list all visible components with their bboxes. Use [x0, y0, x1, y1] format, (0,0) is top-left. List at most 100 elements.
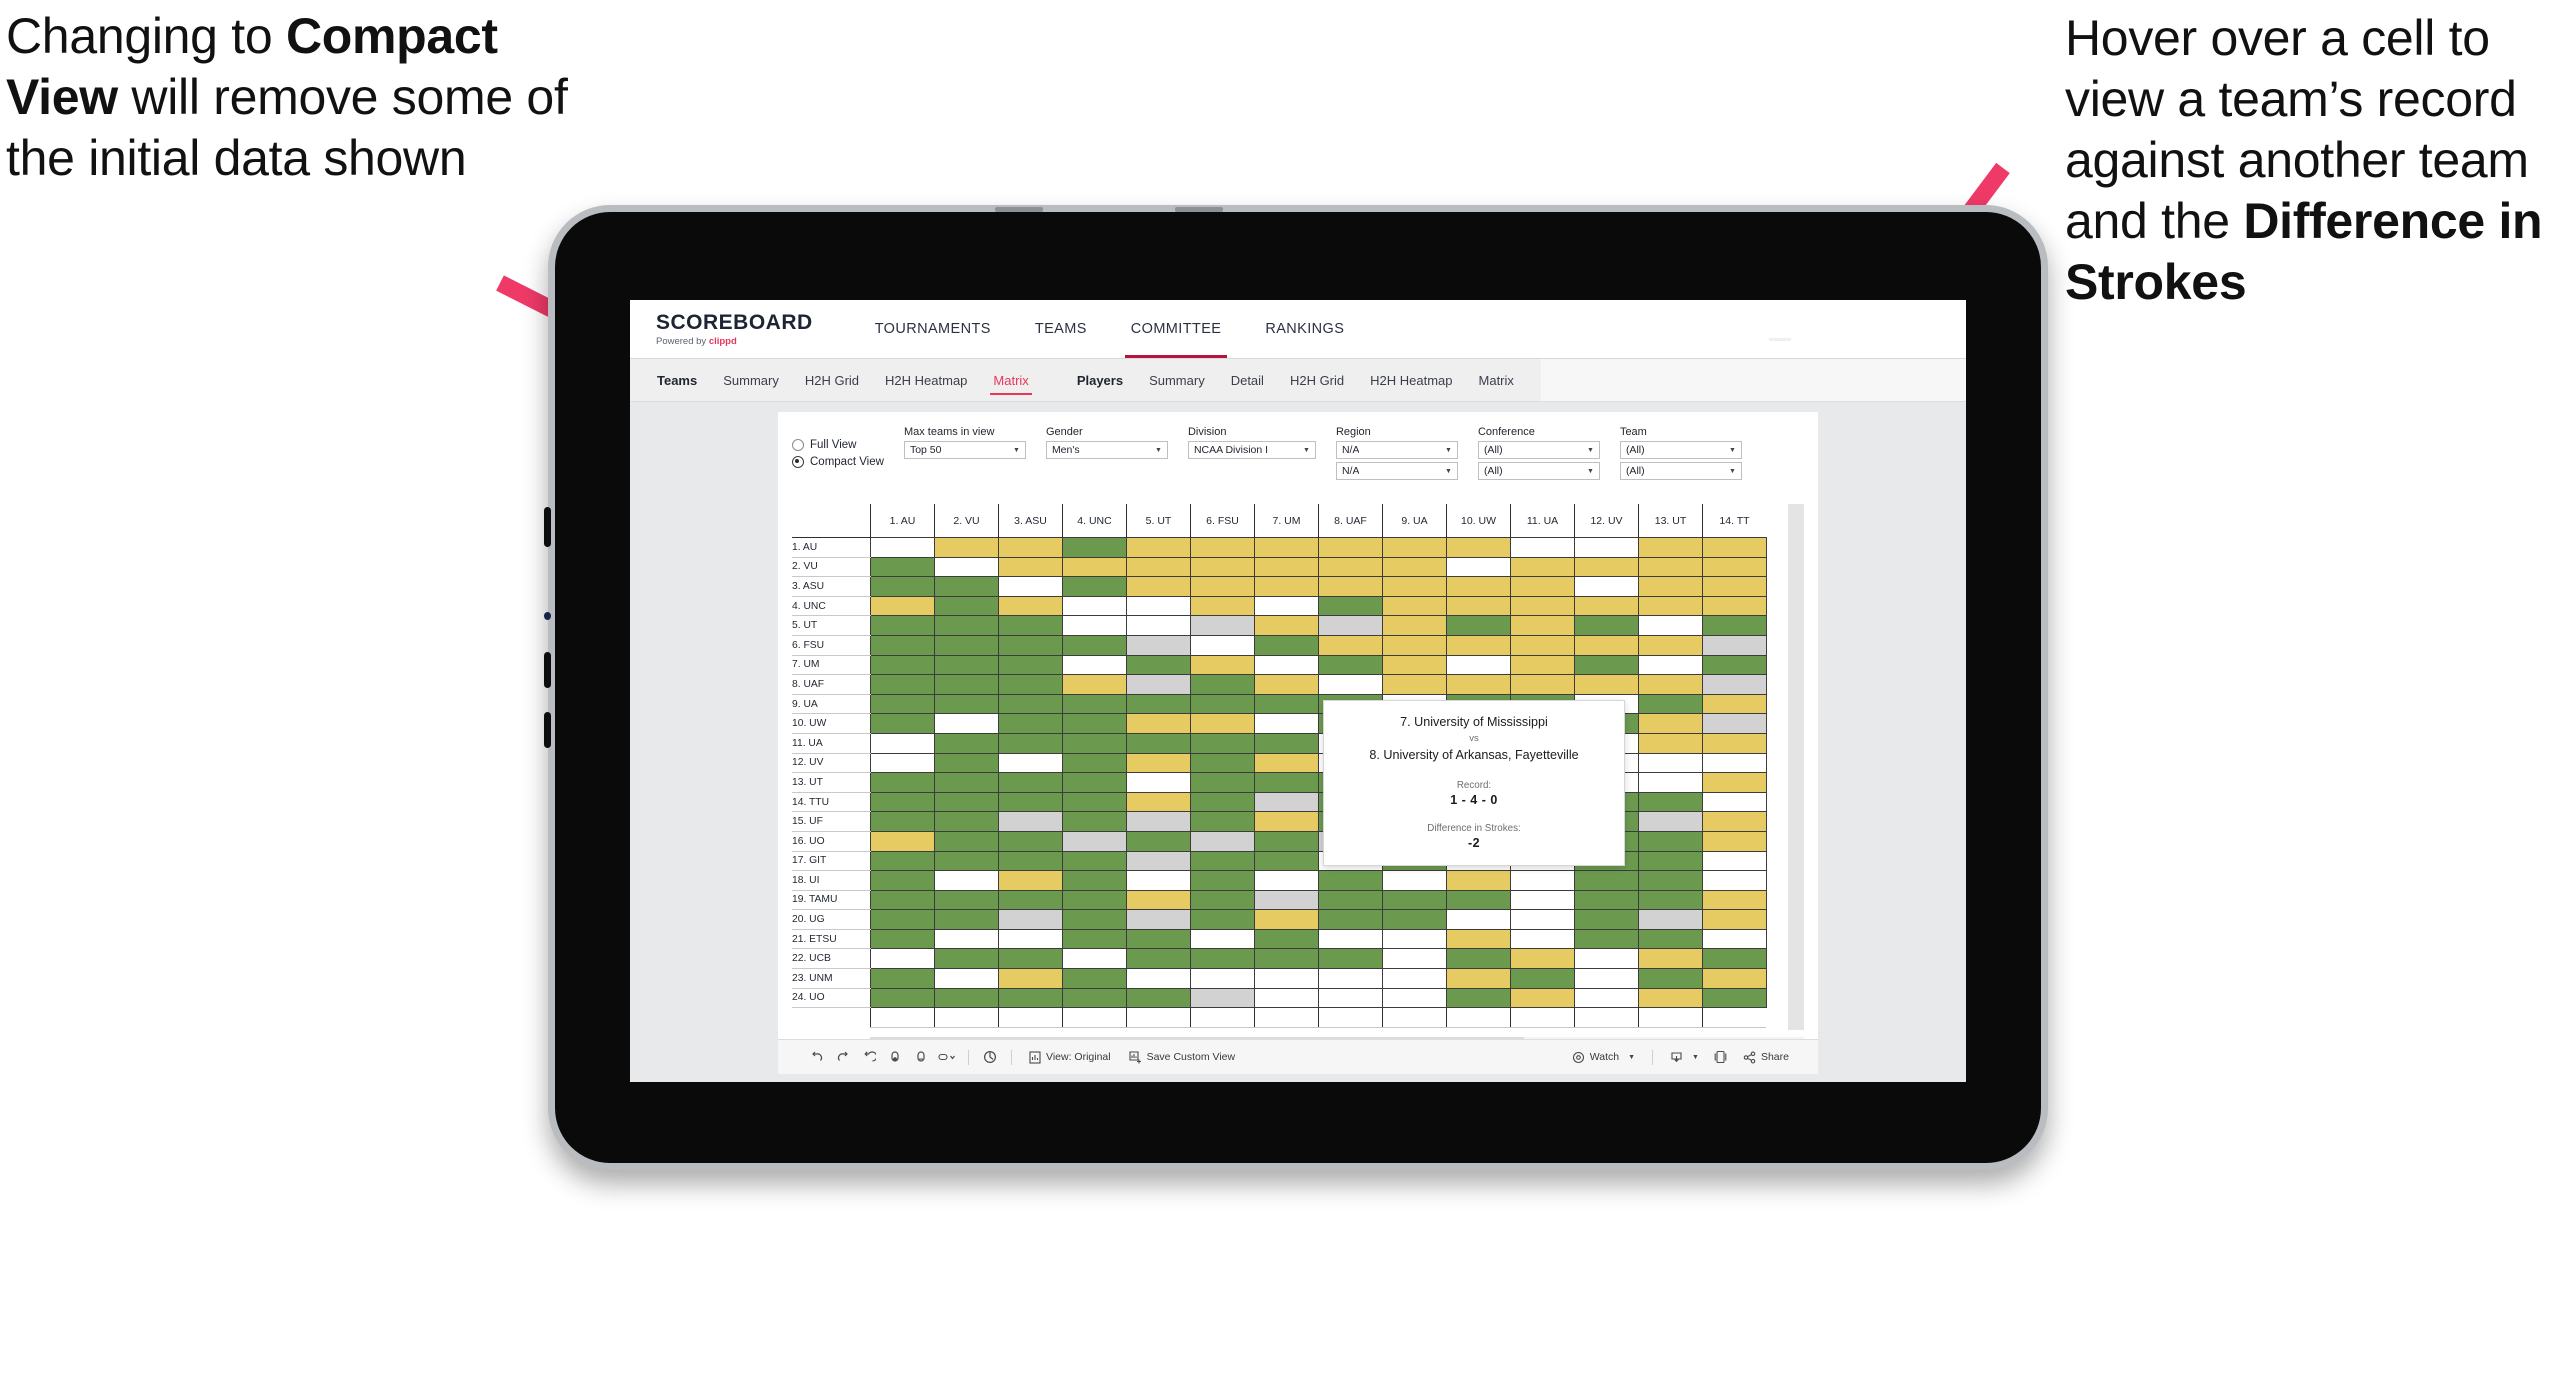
radio-full-view[interactable]: Full View: [792, 439, 884, 451]
subnav-players-h2h-heatmap[interactable]: H2H Heatmap: [1357, 359, 1465, 401]
matrix-cell[interactable]: [998, 674, 1063, 695]
matrix-cell[interactable]: [1446, 968, 1511, 989]
matrix-cell[interactable]: [1126, 928, 1191, 950]
matrix-cell[interactable]: [1254, 634, 1319, 656]
matrix-cell[interactable]: [934, 968, 999, 989]
matrix-cell[interactable]: [934, 634, 999, 656]
matrix-cell[interactable]: [934, 576, 999, 597]
matrix-cell[interactable]: [934, 537, 999, 558]
matrix-cell[interactable]: [1702, 674, 1767, 695]
matrix-cell[interactable]: [1190, 928, 1255, 950]
matrix-cell[interactable]: [1510, 968, 1575, 989]
matrix-cell[interactable]: [1510, 576, 1575, 597]
filter-region-select[interactable]: N/A ▼: [1335, 441, 1458, 459]
matrix-cell[interactable]: [1702, 830, 1767, 852]
matrix-cell[interactable]: [998, 537, 1063, 558]
matrix-cell[interactable]: [1702, 752, 1767, 774]
tablet-volume-up-button[interactable]: [544, 507, 551, 547]
matrix-cell[interactable]: [1254, 889, 1319, 911]
matrix-cell[interactable]: [1638, 870, 1703, 891]
undo-icon[interactable]: [804, 1044, 830, 1070]
matrix-cell[interactable]: [998, 732, 1063, 754]
matrix-cell[interactable]: [934, 987, 999, 1009]
matrix-cell[interactable]: [998, 634, 1063, 656]
matrix-cell[interactable]: [1574, 928, 1639, 950]
matrix-cell[interactable]: [1702, 987, 1767, 1009]
filter-team-select[interactable]: (All) ▼: [1619, 441, 1742, 459]
matrix-cell[interactable]: [1190, 968, 1255, 989]
matrix-cell[interactable]: [1446, 928, 1511, 950]
matrix-cell[interactable]: [1702, 889, 1767, 911]
matrix-cell[interactable]: [1382, 556, 1447, 578]
filter-team-select-secondary[interactable]: (All) ▼: [1619, 462, 1742, 480]
matrix-cell[interactable]: [1318, 968, 1383, 989]
matrix-cell[interactable]: [998, 928, 1063, 950]
matrix-cell[interactable]: [1126, 732, 1191, 754]
matrix-cell[interactable]: [1574, 556, 1639, 578]
matrix-cell[interactable]: [1702, 791, 1767, 813]
matrix-cell[interactable]: [1702, 693, 1767, 715]
matrix-cell[interactable]: [934, 870, 999, 891]
matrix-cell[interactable]: [1510, 674, 1575, 695]
matrix-cell[interactable]: [1062, 713, 1127, 734]
matrix-cell[interactable]: [1574, 968, 1639, 989]
matrix-cell[interactable]: [870, 987, 935, 1009]
matrix-cell[interactable]: [1318, 987, 1383, 1009]
matrix-cell[interactable]: [870, 537, 935, 558]
matrix-cell[interactable]: [1638, 909, 1703, 930]
matrix-cell[interactable]: [1318, 654, 1383, 676]
matrix-cell[interactable]: [870, 889, 935, 911]
matrix-cell[interactable]: [1062, 615, 1127, 636]
matrix-cell[interactable]: [998, 556, 1063, 578]
matrix-cell[interactable]: [1190, 850, 1255, 872]
app-logo[interactable]: SCOREBOARD Powered by clippd: [630, 311, 853, 347]
matrix-cell[interactable]: [1510, 870, 1575, 891]
matrix-cell[interactable]: [1062, 948, 1127, 970]
topnav-item-tournaments[interactable]: TOURNAMENTS: [853, 300, 1013, 358]
subnav-players-summary[interactable]: Summary: [1136, 359, 1218, 401]
matrix-cell[interactable]: [1510, 556, 1575, 578]
matrix-cell[interactable]: [1190, 595, 1255, 617]
matrix-cell[interactable]: [1254, 811, 1319, 832]
matrix-cell[interactable]: [870, 948, 935, 970]
matrix-cell[interactable]: [1254, 693, 1319, 715]
matrix-cell[interactable]: [1510, 595, 1575, 617]
matrix-cell[interactable]: [870, 752, 935, 774]
matrix-cell[interactable]: [870, 772, 935, 793]
matrix-cell[interactable]: [1126, 576, 1191, 597]
matrix-cell[interactable]: [1126, 948, 1191, 970]
shape-dropdown-icon[interactable]: [934, 1044, 960, 1070]
matrix-cell[interactable]: [1062, 537, 1127, 558]
matrix-cell[interactable]: [1062, 830, 1127, 852]
matrix-cell[interactable]: [1254, 987, 1319, 1009]
matrix-cell[interactable]: [1446, 674, 1511, 695]
matrix-cell[interactable]: [1638, 615, 1703, 636]
matrix-cell[interactable]: [870, 909, 935, 930]
matrix-cell[interactable]: [1638, 654, 1703, 676]
matrix-cell[interactable]: [1126, 811, 1191, 832]
matrix-cell[interactable]: [1126, 889, 1191, 911]
matrix-cell[interactable]: [1254, 948, 1319, 970]
matrix-cell[interactable]: [1638, 928, 1703, 950]
matrix-cell[interactable]: [1446, 615, 1511, 636]
topnav-item-rankings[interactable]: RANKINGS: [1243, 300, 1366, 358]
matrix-cell[interactable]: [1510, 654, 1575, 676]
matrix-cell[interactable]: [1382, 674, 1447, 695]
matrix-cell[interactable]: [1318, 595, 1383, 617]
matrix-cell[interactable]: [1702, 595, 1767, 617]
matrix-cell[interactable]: [1062, 909, 1127, 930]
matrix-cell[interactable]: [998, 752, 1063, 774]
matrix-cell[interactable]: [870, 791, 935, 813]
matrix-cell[interactable]: [870, 830, 935, 852]
matrix-cell[interactable]: [1126, 850, 1191, 872]
matrix-cell[interactable]: [1702, 654, 1767, 676]
matrix-cell[interactable]: [1510, 948, 1575, 970]
matrix-cell[interactable]: [1574, 615, 1639, 636]
matrix-cell[interactable]: [1382, 968, 1447, 989]
matrix-cell[interactable]: [998, 595, 1063, 617]
matrix-cell[interactable]: [1702, 928, 1767, 950]
matrix-cell[interactable]: [1638, 634, 1703, 656]
matrix-cell[interactable]: [998, 693, 1063, 715]
matrix-cell[interactable]: [1574, 987, 1639, 1009]
matrix-cell[interactable]: [934, 811, 999, 832]
